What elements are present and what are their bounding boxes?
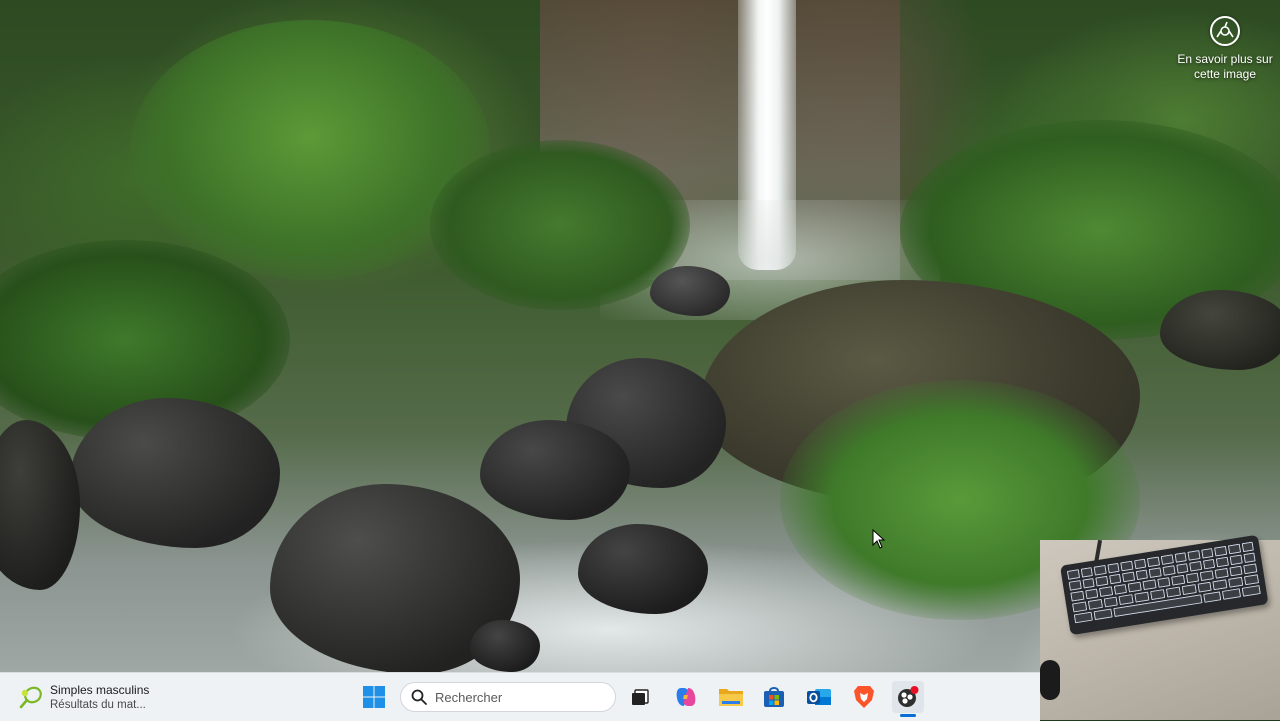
rock-4 <box>578 524 708 614</box>
brave-lion-icon <box>854 686 874 708</box>
task-view-icon <box>632 689 649 705</box>
taskbar: Simples masculins Résultats du mat... Re… <box>0 672 1040 721</box>
learn-more-line2: cette image <box>1193 67 1257 81</box>
rock-9 <box>470 620 540 672</box>
learn-more-line1: En savoir plus sur <box>1177 52 1273 66</box>
mouse-in-webcam <box>1040 660 1060 700</box>
copilot-button[interactable] <box>670 681 702 713</box>
learn-more-about-image[interactable]: En savoir plus sur cette image <box>1172 14 1278 82</box>
widget-subtitle: Résultats du mat... <box>50 699 146 711</box>
search-icon <box>411 689 427 705</box>
outlook-icon <box>807 689 831 705</box>
camera-aperture-icon <box>1210 16 1240 46</box>
search-placeholder: Rechercher <box>435 689 503 705</box>
tennis-icon <box>18 685 44 711</box>
news-widget[interactable]: Simples masculins Résultats du mat... <box>18 681 198 715</box>
rock-5 <box>70 398 280 548</box>
start-button[interactable] <box>358 681 390 713</box>
store-icon <box>764 687 784 707</box>
brave-browser-button[interactable] <box>848 681 880 713</box>
widget-title: Simples masculins <box>50 683 150 697</box>
microsoft-store-button[interactable] <box>758 681 790 713</box>
task-view-button[interactable] <box>624 681 656 713</box>
active-app-indicator <box>900 714 916 717</box>
copilot-icon <box>676 688 696 706</box>
windows-logo-icon <box>363 686 385 708</box>
obs-studio-button[interactable] <box>892 681 924 713</box>
obs-record-icon <box>898 686 919 707</box>
outlook-button[interactable] <box>803 681 835 713</box>
taskbar-search[interactable]: Rechercher <box>400 682 616 712</box>
rock-2 <box>480 420 630 520</box>
mouse-cursor-icon <box>872 528 886 553</box>
file-explorer-button[interactable] <box>715 681 747 713</box>
rock-8 <box>650 266 730 316</box>
folder-icon <box>719 689 743 706</box>
